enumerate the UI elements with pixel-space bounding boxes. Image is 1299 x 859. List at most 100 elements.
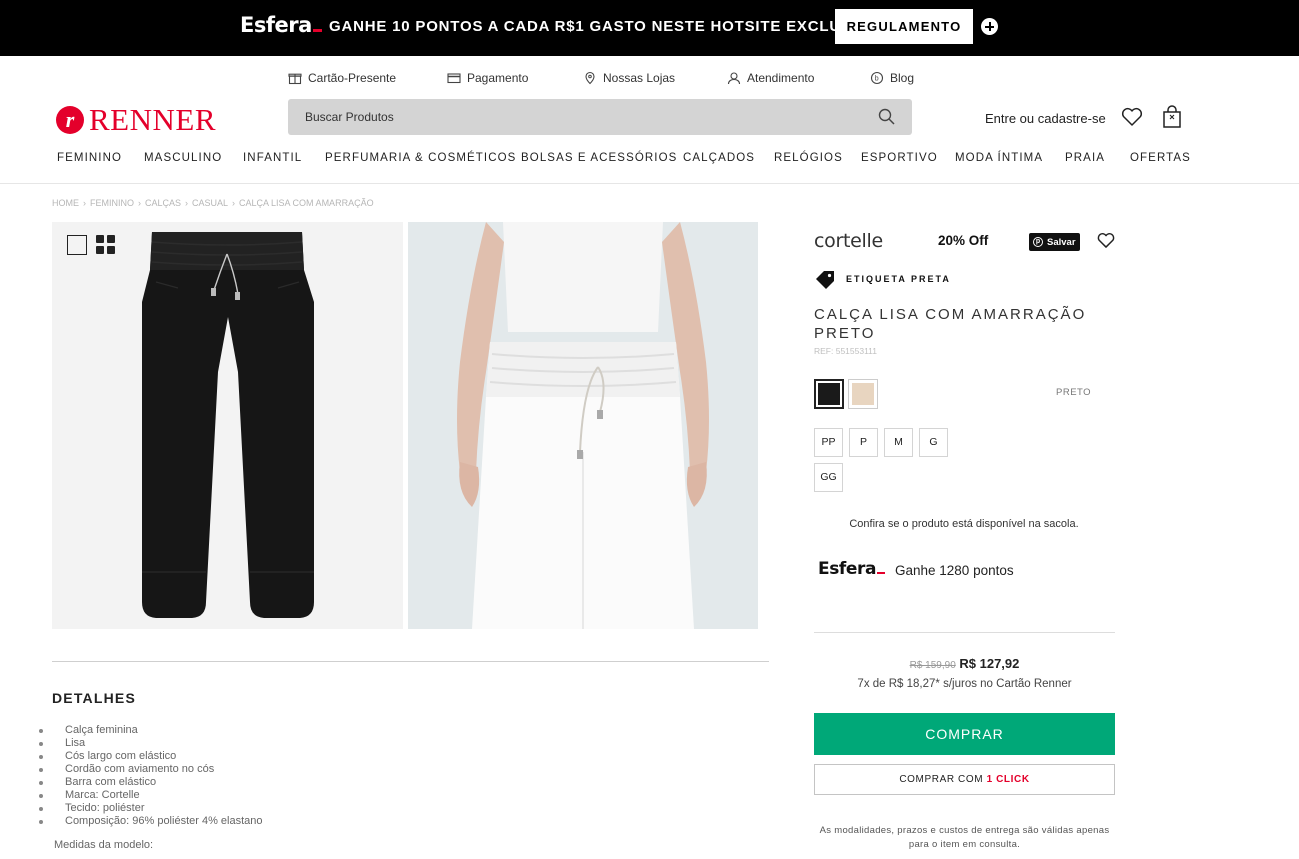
payment-link[interactable]: Pagamento: [447, 71, 528, 85]
crumb-current: CALÇA LISA COM AMARRAÇÃO: [239, 198, 374, 208]
detail-item: Tecido: poliéster: [39, 802, 263, 815]
pinterest-icon: p: [1033, 237, 1043, 247]
svg-text:b: b: [875, 76, 879, 83]
brand-wordmark: RENNER: [89, 102, 216, 137]
gift-card-link[interactable]: Cartão-Presente: [288, 71, 396, 85]
promo-bar: Esfera GANHE 10 PONTOS A CADA R$1 GASTO …: [0, 0, 1299, 56]
nav-perfumaria[interactable]: PERFUMARIA & COSMÉTICOS: [325, 152, 516, 164]
card-icon: [447, 73, 461, 84]
detail-item: Lisa: [39, 737, 263, 750]
location-pin-icon: [585, 71, 595, 85]
buy-one-click-button[interactable]: COMPRAR COM 1 CLICK: [814, 764, 1115, 795]
nav-masculino[interactable]: MASCULINO: [144, 152, 222, 164]
buy-one-click-highlight: 1 CLICK: [986, 774, 1030, 785]
nav-calcados[interactable]: CALÇADOS: [683, 152, 755, 164]
pinterest-save-button[interactable]: p Salvar: [1029, 233, 1080, 251]
details-list: Calça feminina Lisa Cós largo com elásti…: [39, 724, 263, 828]
nav-relogios[interactable]: RELÓGIOS: [774, 152, 843, 164]
nav-ofertas[interactable]: OFERTAS: [1130, 152, 1191, 164]
color-swatch-beige[interactable]: [848, 379, 878, 409]
product-ref: REF: 551553111: [814, 346, 878, 356]
label-tag: ETIQUETA PRETA: [814, 269, 951, 289]
price-divider: [814, 632, 1115, 633]
nav-bolsas[interactable]: BOLSAS E ACESSÓRIOS: [521, 152, 677, 164]
product-brand[interactable]: cortelle: [814, 230, 883, 252]
promo-text: GANHE 10 PONTOS A CADA R$1 GASTO NESTE H…: [329, 18, 880, 35]
size-option-gg[interactable]: GG: [814, 463, 843, 492]
grid-view-icon[interactable]: [96, 235, 116, 255]
esfera-logo: Esfera: [240, 13, 322, 37]
crumb-feminino[interactable]: FEMININO: [90, 198, 134, 208]
header-divider: [0, 183, 1299, 184]
search-input[interactable]: [288, 99, 868, 135]
detail-item: Composição: 96% poliéster 4% elastano: [39, 815, 263, 828]
save-label: Salvar: [1047, 236, 1076, 248]
support-label: Atendimento: [747, 71, 815, 85]
product-image-model[interactable]: [408, 222, 758, 629]
size-option-p[interactable]: P: [849, 428, 878, 457]
delivery-note: As modalidades, prazos e custos de entre…: [819, 825, 1110, 850]
search-icon[interactable]: [878, 108, 895, 125]
blog-link[interactable]: b Blog: [870, 71, 914, 85]
expand-plus-icon[interactable]: [981, 18, 998, 35]
installments-text: 7x de R$ 18,27* s/juros no Cartão Renner: [857, 678, 1072, 690]
crumb-separator: ›: [138, 198, 141, 208]
stores-label: Nossas Lojas: [603, 71, 676, 85]
single-view-icon[interactable]: [67, 235, 87, 255]
nav-esportivo[interactable]: ESPORTIVO: [861, 152, 938, 164]
product-image-front[interactable]: [52, 222, 403, 629]
gift-card-label: Cartão-Presente: [308, 71, 397, 85]
detail-item: Cós largo com elástico: [39, 750, 263, 763]
search-box: [288, 99, 912, 135]
detail-item: Barra com elástico: [39, 776, 263, 789]
size-option-g[interactable]: G: [919, 428, 948, 457]
detail-item: Calça feminina: [39, 724, 263, 737]
nav-moda-intima[interactable]: MODA ÍNTIMA: [955, 152, 1043, 164]
crumb-calcas[interactable]: CALÇAS: [145, 198, 181, 208]
renner-logo[interactable]: r RENNER: [56, 102, 216, 138]
crumb-separator: ›: [185, 198, 189, 208]
detail-item: Cordão com aviamento no cós: [39, 763, 263, 776]
breadcrumb: HOME › FEMININO › CALÇAS › CASUAL › CALÇA LI…: [52, 198, 374, 208]
availability-note: Confira se o produto está disponível na …: [849, 518, 1079, 530]
old-price: R$ 159,90: [909, 660, 956, 671]
payment-label: Pagamento: [467, 71, 529, 85]
label-text: ETIQUETA PRETA: [846, 274, 951, 284]
login-link[interactable]: Entre ou cadastre-se: [985, 111, 1106, 126]
buy-button[interactable]: COMPRAR: [814, 713, 1115, 755]
favorite-heart-icon[interactable]: [1097, 232, 1115, 249]
details-divider: [52, 661, 769, 662]
renner-r-icon: r: [56, 106, 84, 134]
crumb-home[interactable]: HOME: [52, 198, 79, 208]
blog-icon: b: [870, 71, 884, 85]
price-tag-icon: [816, 271, 834, 289]
user-icon: [727, 72, 741, 85]
color-swatch-black[interactable]: [814, 379, 844, 409]
crumb-separator: ›: [232, 198, 236, 208]
detail-item: Marca: Cortelle: [39, 789, 263, 802]
support-link[interactable]: Atendimento: [727, 71, 814, 85]
crumb-casual[interactable]: CASUAL: [192, 198, 228, 208]
wishlist-heart-icon[interactable]: [1121, 107, 1143, 127]
price-block: R$ 159,90 R$ 127,92: [814, 656, 1115, 671]
model-measures-label: Medidas da modelo:: [54, 839, 154, 851]
blog-label: Blog: [890, 71, 915, 85]
stores-link[interactable]: Nossas Lojas: [583, 71, 675, 85]
shopping-bag-icon[interactable]: [1161, 105, 1183, 129]
size-option-m[interactable]: M: [884, 428, 913, 457]
esfera-points-logo: Esfera: [818, 559, 886, 579]
esfera-points-text: Ganhe 1280 pontos: [895, 563, 1014, 578]
gift-icon: [288, 73, 302, 85]
size-option-pp[interactable]: PP: [814, 428, 843, 457]
crumb-separator: ›: [83, 198, 86, 208]
product-title: CALÇA LISA COM AMARRAÇÃO PRETO: [814, 306, 1087, 342]
nav-infantil[interactable]: INFANTIL: [243, 152, 302, 164]
nav-praia[interactable]: PRAIA: [1065, 152, 1105, 164]
buy-one-click-prefix: COMPRAR COM: [899, 774, 984, 785]
regulamento-button[interactable]: REGULAMENTO: [835, 9, 973, 44]
selected-color-name: PRETO: [1056, 387, 1092, 398]
discount-badge: 20% Off: [938, 233, 989, 248]
details-title: DETALHES: [52, 690, 137, 706]
current-price: R$ 127,92: [959, 656, 1020, 671]
nav-feminino[interactable]: FEMININO: [57, 152, 122, 164]
